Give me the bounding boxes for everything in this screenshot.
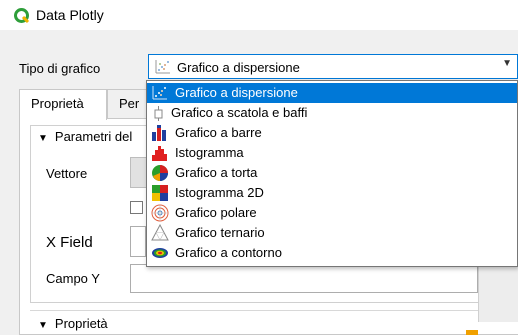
dropdown-item-pie[interactable]: Grafico a torta (147, 163, 517, 183)
dropdown-item-box[interactable]: Grafico a scatola e baffi (147, 103, 517, 123)
dropdown-item-bar[interactable]: Grafico a barre (147, 123, 517, 143)
polar-plot-icon (151, 204, 169, 222)
resize-handle (466, 330, 478, 335)
box-plot-icon (154, 106, 163, 121)
dropdown-item-label: Istogramma 2D (175, 185, 264, 200)
dropdown-item-label: Grafico polare (175, 205, 257, 220)
dropdown-item-label: Grafico a torta (175, 165, 258, 180)
vector-label: Vettore (46, 166, 88, 181)
contour-plot-icon (152, 248, 168, 258)
ternary-plot-icon (151, 224, 169, 241)
qgis-logo-icon (14, 8, 30, 24)
side-scroll-area[interactable] (478, 266, 518, 322)
properties-section-title: Proprietà (54, 316, 108, 331)
pie-chart-icon (152, 165, 168, 181)
dropdown-item-contour[interactable]: Grafico a contorno (147, 243, 517, 263)
x-field-label: X Field (46, 234, 93, 251)
histogram-2d-icon (152, 185, 168, 201)
checkbox[interactable] (130, 201, 143, 214)
tab-properties[interactable]: Proprietà (19, 89, 107, 120)
dropdown-item-label: Grafico a dispersione (175, 85, 298, 100)
dropdown-item-ternary[interactable]: Grafico ternario (147, 223, 517, 243)
dropdown-item-label: Grafico a scatola e baffi (171, 105, 308, 120)
title-bar: Data Plotly (0, 0, 518, 30)
dropdown-item-label: Grafico ternario (175, 225, 265, 240)
dropdown-item-histogram[interactable]: Istogramma (147, 143, 517, 163)
plot-type-combobox[interactable]: Grafico a dispersione ▼ (148, 54, 518, 79)
params-group-title: Parametri del (54, 129, 133, 144)
dropdown-item-scatter[interactable]: Grafico a dispersione (147, 83, 517, 103)
dropdown-item-label: Grafico a barre (175, 125, 262, 140)
dropdown-item-label: Istogramma (175, 145, 244, 160)
dropdown-item-polar[interactable]: Grafico polare (147, 203, 517, 223)
plot-type-label: Tipo di grafico (19, 61, 101, 76)
scatter-plot-icon (155, 60, 170, 74)
properties-section-header[interactable]: ▼ Proprietà (38, 316, 108, 331)
plot-type-dropdown-list: Grafico a dispersione Grafico a scatola … (146, 80, 518, 267)
plot-type-selected-value: Grafico a dispersione (177, 60, 300, 75)
collapse-triangle-icon[interactable]: ▼ (38, 320, 48, 331)
collapse-triangle-icon[interactable]: ▼ (38, 133, 48, 144)
divider (30, 310, 478, 311)
tab-properties-label: Proprietà (31, 96, 84, 111)
chevron-down-icon[interactable]: ▼ (502, 58, 512, 69)
tab-custom-label: Per (119, 96, 140, 111)
bar-chart-icon (152, 125, 166, 141)
x-field-input[interactable] (130, 226, 146, 257)
scatter-plot-icon (152, 86, 167, 100)
params-group-header[interactable]: ▼ Parametri del (38, 129, 132, 144)
y-field-label: Campo Y (46, 271, 100, 286)
dropdown-item-label: Grafico a contorno (175, 245, 282, 260)
window-title: Data Plotly (36, 7, 104, 23)
dropdown-item-histogram2d[interactable]: Istogramma 2D (147, 183, 517, 203)
histogram-icon (152, 146, 167, 161)
y-field-input[interactable] (130, 264, 478, 293)
